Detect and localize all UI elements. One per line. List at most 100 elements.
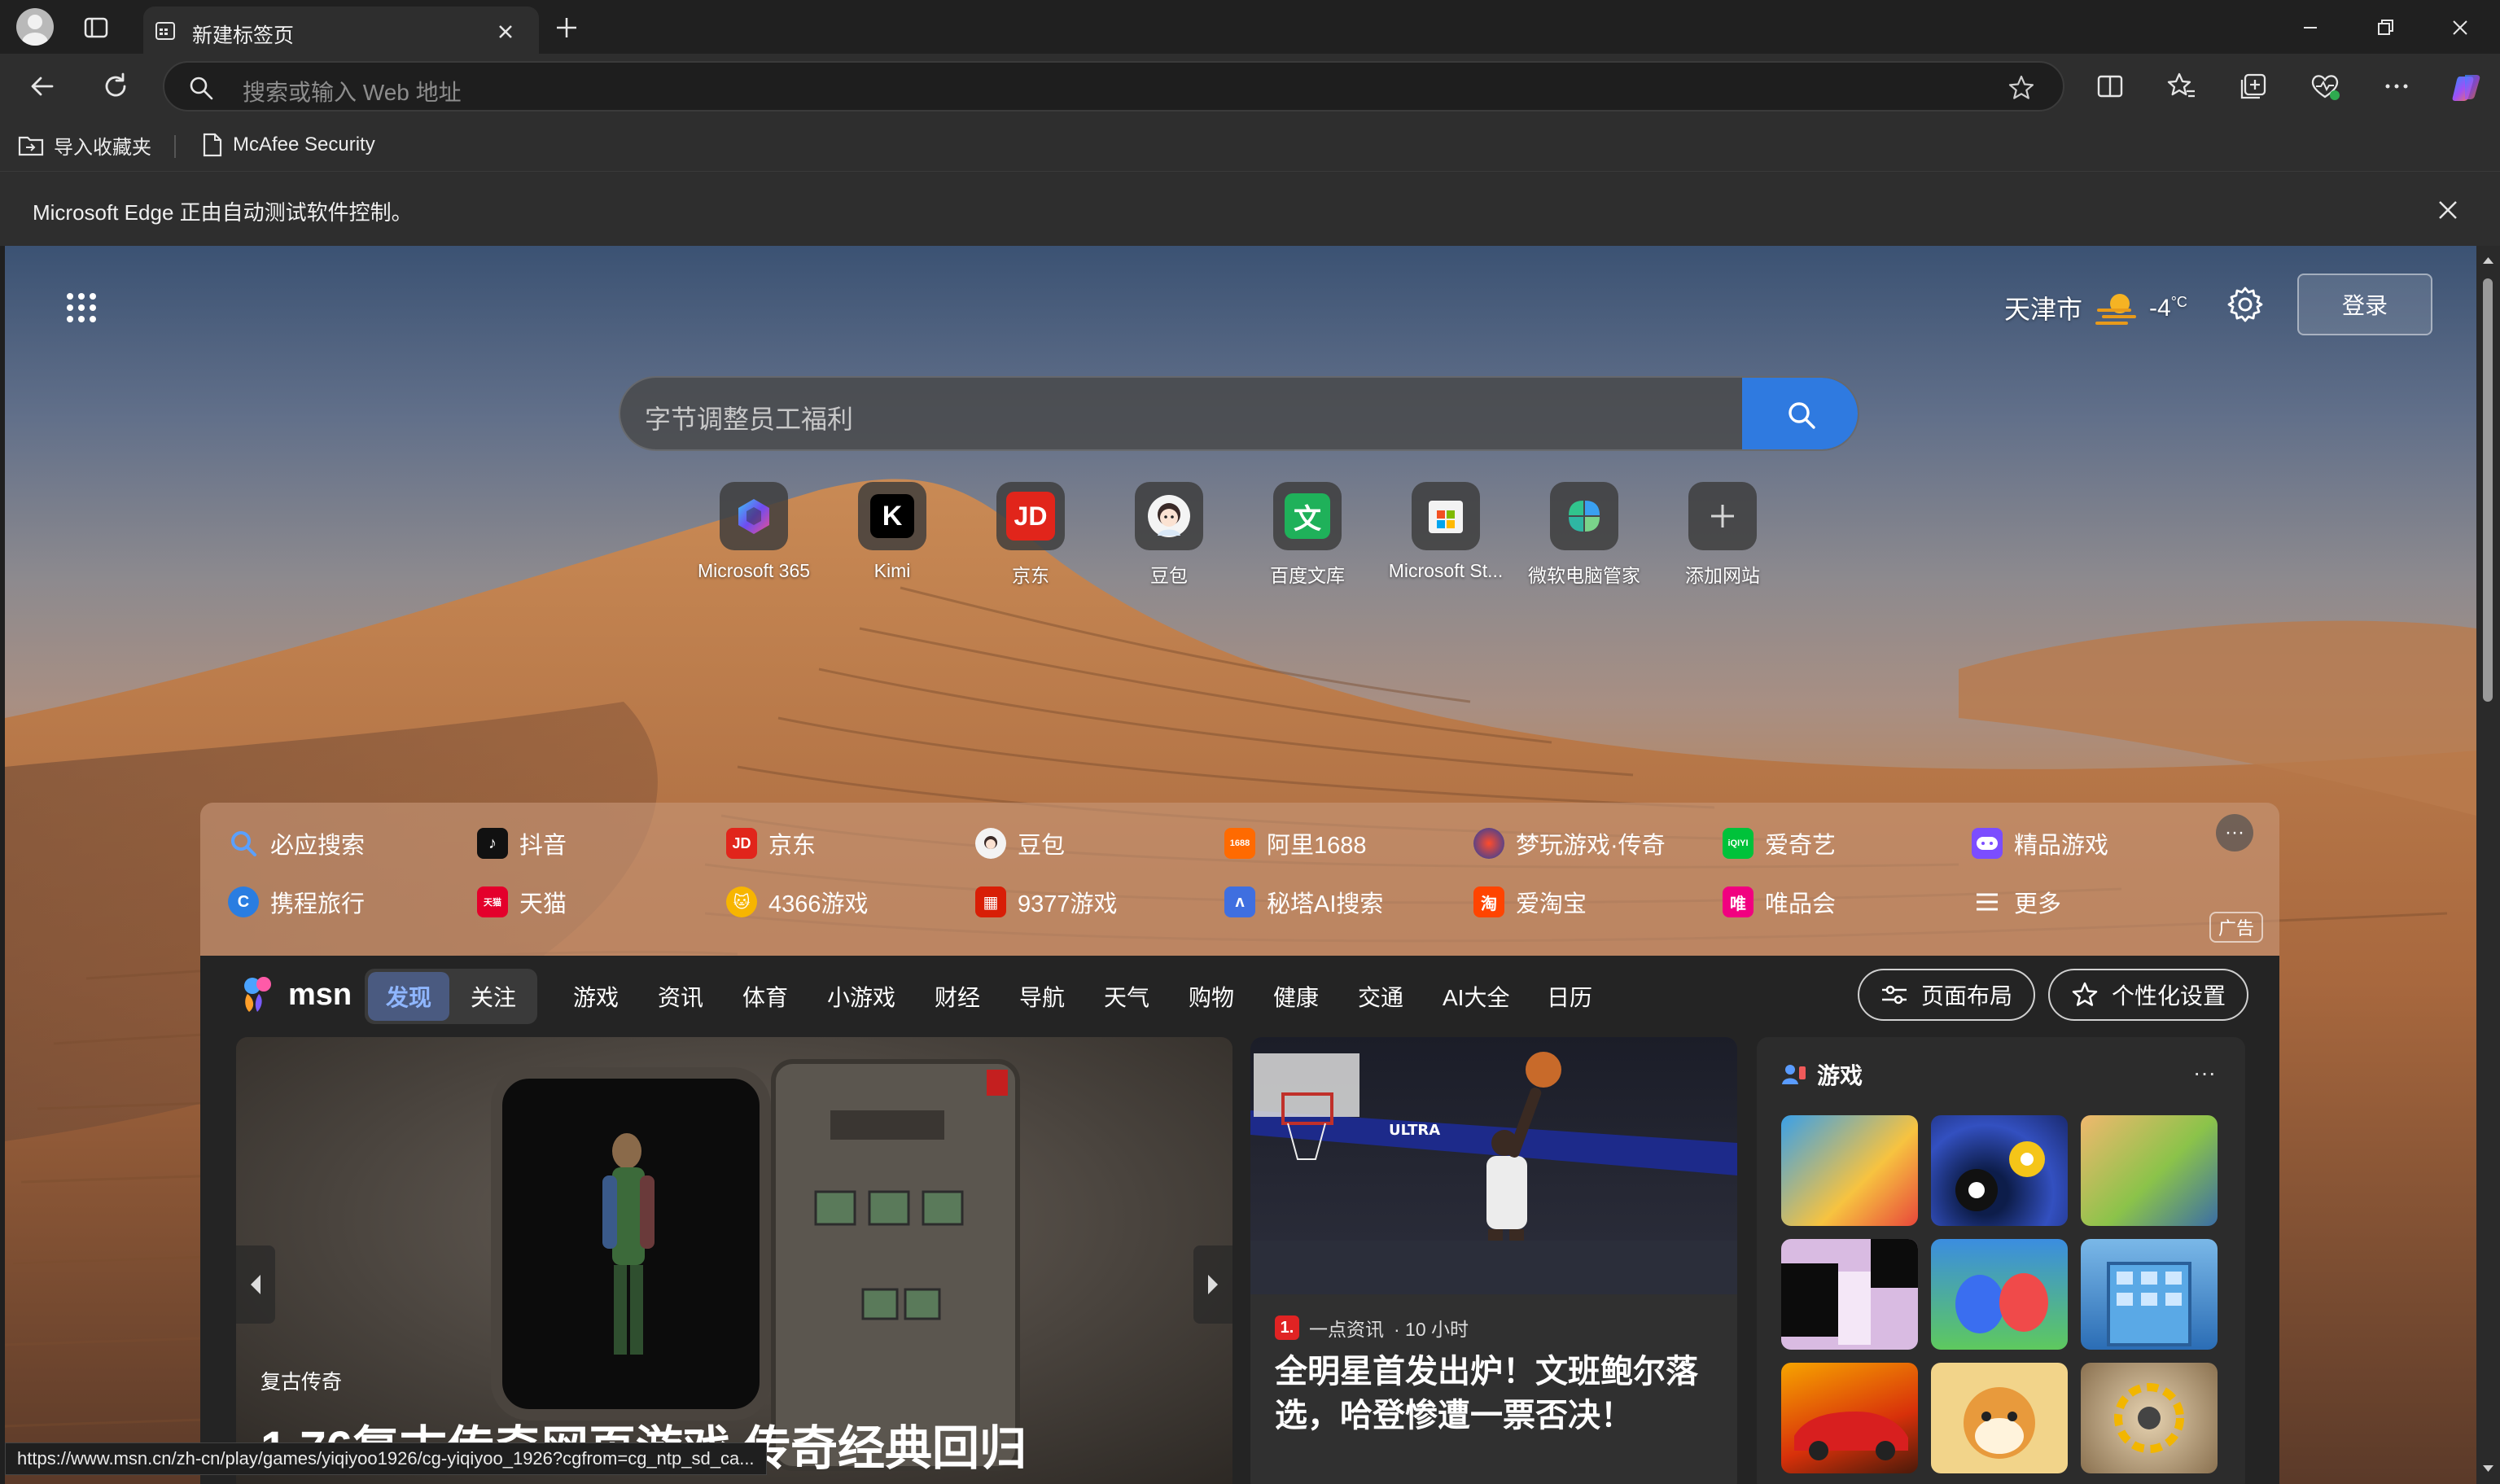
nav-sports[interactable]: 体育 (742, 980, 788, 1013)
tmall-icon: 天猫 (477, 886, 508, 917)
close-window-icon[interactable] (2445, 13, 2475, 42)
weather-widget[interactable]: 天津市 -4°C (2004, 285, 2187, 331)
copilot-icon[interactable] (2449, 70, 2481, 103)
game-thumb-1[interactable] (1781, 1115, 1918, 1226)
tile-pc-manager[interactable]: 微软电脑管家 (1515, 482, 1653, 588)
game-thumb-racing[interactable] (1781, 1363, 1918, 1473)
doubao-icon (1135, 482, 1203, 550)
browser-essentials-icon[interactable] (2309, 70, 2341, 103)
games-more-button[interactable]: ··· (2193, 1060, 2216, 1086)
nav-weather[interactable]: 天气 (1104, 980, 1149, 1013)
tile-doubao[interactable]: 豆包 (1100, 482, 1238, 588)
news-card[interactable]: ULTRA 1. 一点资讯 · 10 小时 全明星首发出炉！文班鲍尔落选，哈登惨… (1250, 1037, 1737, 1484)
nav-navigation[interactable]: 导航 (1019, 980, 1065, 1013)
active-tab[interactable]: 新建标签页 (143, 7, 539, 54)
game-thumb-4[interactable] (1781, 1239, 1918, 1350)
bookmark-mcafee[interactable]: McAfee Security (202, 130, 375, 160)
split-screen-icon[interactable] (2094, 70, 2126, 103)
msn-logo[interactable]: msn (239, 970, 352, 1019)
quick-link-iqiyi[interactable]: iQIYI 爱奇艺 (1723, 825, 1836, 861)
add-favorite-star-icon[interactable] (2007, 74, 2035, 102)
tab-actions-icon[interactable] (81, 13, 111, 42)
tile-add-site[interactable]: 添加网站 (1653, 482, 1792, 588)
tile-microsoft-365[interactable]: Microsoft 365 (685, 482, 823, 588)
profile-avatar[interactable] (16, 8, 54, 46)
quick-link-label: 天猫 (519, 891, 567, 917)
nav-ai[interactable]: AI大全 (1443, 980, 1509, 1013)
game-thumb-3[interactable] (2081, 1115, 2218, 1226)
import-favorites-label: 导入收藏夹 (54, 136, 151, 159)
tab-discover[interactable]: 发现 (368, 972, 449, 1021)
carousel-prev-button[interactable] (236, 1245, 275, 1324)
game-thumb-9[interactable] (2081, 1363, 2218, 1473)
web-search-box[interactable]: 字节调整员工福利 (619, 376, 1859, 451)
nav-calendar[interactable]: 日历 (1547, 980, 1592, 1013)
web-search-button[interactable] (1742, 378, 1858, 449)
nav-games[interactable]: 游戏 (573, 980, 619, 1013)
quick-link-douyin[interactable]: ♪ 抖音 (477, 825, 567, 861)
web-search-input[interactable]: 字节调整员工福利 (645, 399, 853, 436)
favorites-icon[interactable] (2165, 70, 2198, 103)
hamburger-icon (1972, 886, 2003, 917)
quick-link-vip[interactable]: 唯 唯品会 (1723, 884, 1836, 920)
quick-link-1688[interactable]: 1688 阿里1688 (1224, 825, 1367, 861)
game-thumb-5[interactable] (1931, 1239, 2068, 1350)
quick-link-mengwan[interactable]: 梦玩游戏·传奇 (1473, 825, 1666, 861)
quick-links-more-button[interactable]: ··· (2216, 814, 2253, 851)
metaso-icon: ʌ (1224, 886, 1255, 917)
nav-traffic[interactable]: 交通 (1358, 980, 1403, 1013)
page-scrollbar[interactable] (2476, 246, 2500, 1484)
close-tab-icon[interactable] (495, 21, 516, 42)
login-button[interactable]: 登录 (2297, 274, 2432, 335)
quick-link-label: 9377游戏 (1018, 891, 1118, 917)
tile-microsoft-store[interactable]: Microsoft St... (1377, 482, 1515, 588)
carousel-next-button[interactable] (1193, 1245, 1232, 1324)
new-tab-button[interactable] (552, 13, 581, 42)
quick-link-more[interactable]: 更多 (1972, 884, 2061, 920)
quick-link-tmall[interactable]: 天猫 天猫 (477, 884, 567, 920)
import-favorites-button[interactable]: 导入收藏夹 (18, 130, 151, 160)
scrollbar-thumb[interactable] (2483, 278, 2493, 702)
page-settings-gear-icon[interactable] (2224, 283, 2266, 326)
quick-link-games[interactable]: 精品游戏 (1972, 825, 2108, 861)
quick-link-ctrip[interactable]: C 携程旅行 (228, 884, 365, 920)
game-thumb-6[interactable] (2081, 1239, 2218, 1350)
game-thumb-billiards[interactable] (1931, 1115, 2068, 1226)
news-headline[interactable]: 全明星首发出炉！文班鲍尔落选，哈登惨遭一票否决！ (1275, 1350, 1723, 1438)
refresh-icon[interactable] (99, 70, 132, 103)
tile-label: 豆包 (1150, 565, 1188, 586)
apps-grid-icon[interactable] (62, 288, 101, 327)
games-card-title: 游戏 (1817, 1063, 1863, 1088)
quick-link-label: 秘塔AI搜索 (1267, 891, 1384, 917)
quick-link-bing[interactable]: 必应搜索 (228, 825, 365, 861)
more-menu-icon[interactable] (2380, 70, 2413, 103)
quick-link-metaso[interactable]: ʌ 秘塔AI搜索 (1224, 884, 1383, 920)
quick-link-doubao[interactable]: 豆包 (975, 825, 1065, 861)
back-arrow-icon[interactable] (26, 70, 59, 103)
quick-link-aitaobao[interactable]: 淘 爱淘宝 (1473, 884, 1587, 920)
restore-icon[interactable] (2371, 13, 2400, 42)
tile-baidu-wenku[interactable]: 文 百度文库 (1238, 482, 1377, 588)
kimi-icon: K (858, 482, 926, 550)
quick-link-4366[interactable]: 🐱 4366游戏 (726, 884, 869, 920)
quick-link-9377[interactable]: ▦ 9377游戏 (975, 884, 1118, 920)
tile-kimi[interactable]: K Kimi (823, 482, 961, 588)
nav-shopping[interactable]: 购物 (1189, 980, 1234, 1013)
page-layout-button[interactable]: 页面布局 (1858, 969, 2035, 1021)
nav-health[interactable]: 健康 (1273, 980, 1319, 1013)
close-infobar-icon[interactable] (2434, 196, 2462, 224)
collections-icon[interactable] (2237, 70, 2270, 103)
tab-follow[interactable]: 关注 (453, 972, 534, 1021)
quick-link-jd[interactable]: JD 京东 (726, 825, 816, 861)
nav-minigames[interactable]: 小游戏 (827, 980, 895, 1013)
tile-jd[interactable]: JD 京东 (961, 482, 1100, 588)
hero-news-card[interactable]: 复古传奇 1.76复古传奇网页游戏,传奇经典回归 (236, 1037, 1232, 1484)
minimize-icon[interactable] (2296, 13, 2325, 42)
address-input[interactable]: 搜索或输入 Web 地址 (243, 75, 462, 107)
address-bar[interactable]: 搜索或输入 Web 地址 (163, 61, 2064, 112)
game-thumb-shiba[interactable] (1931, 1363, 2068, 1473)
favorites-bar: 导入收藏夹 McAfee Security (0, 119, 2500, 171)
personalize-button[interactable]: 个性化设置 (2048, 969, 2248, 1021)
nav-finance[interactable]: 财经 (935, 980, 980, 1013)
nav-news[interactable]: 资讯 (658, 980, 703, 1013)
